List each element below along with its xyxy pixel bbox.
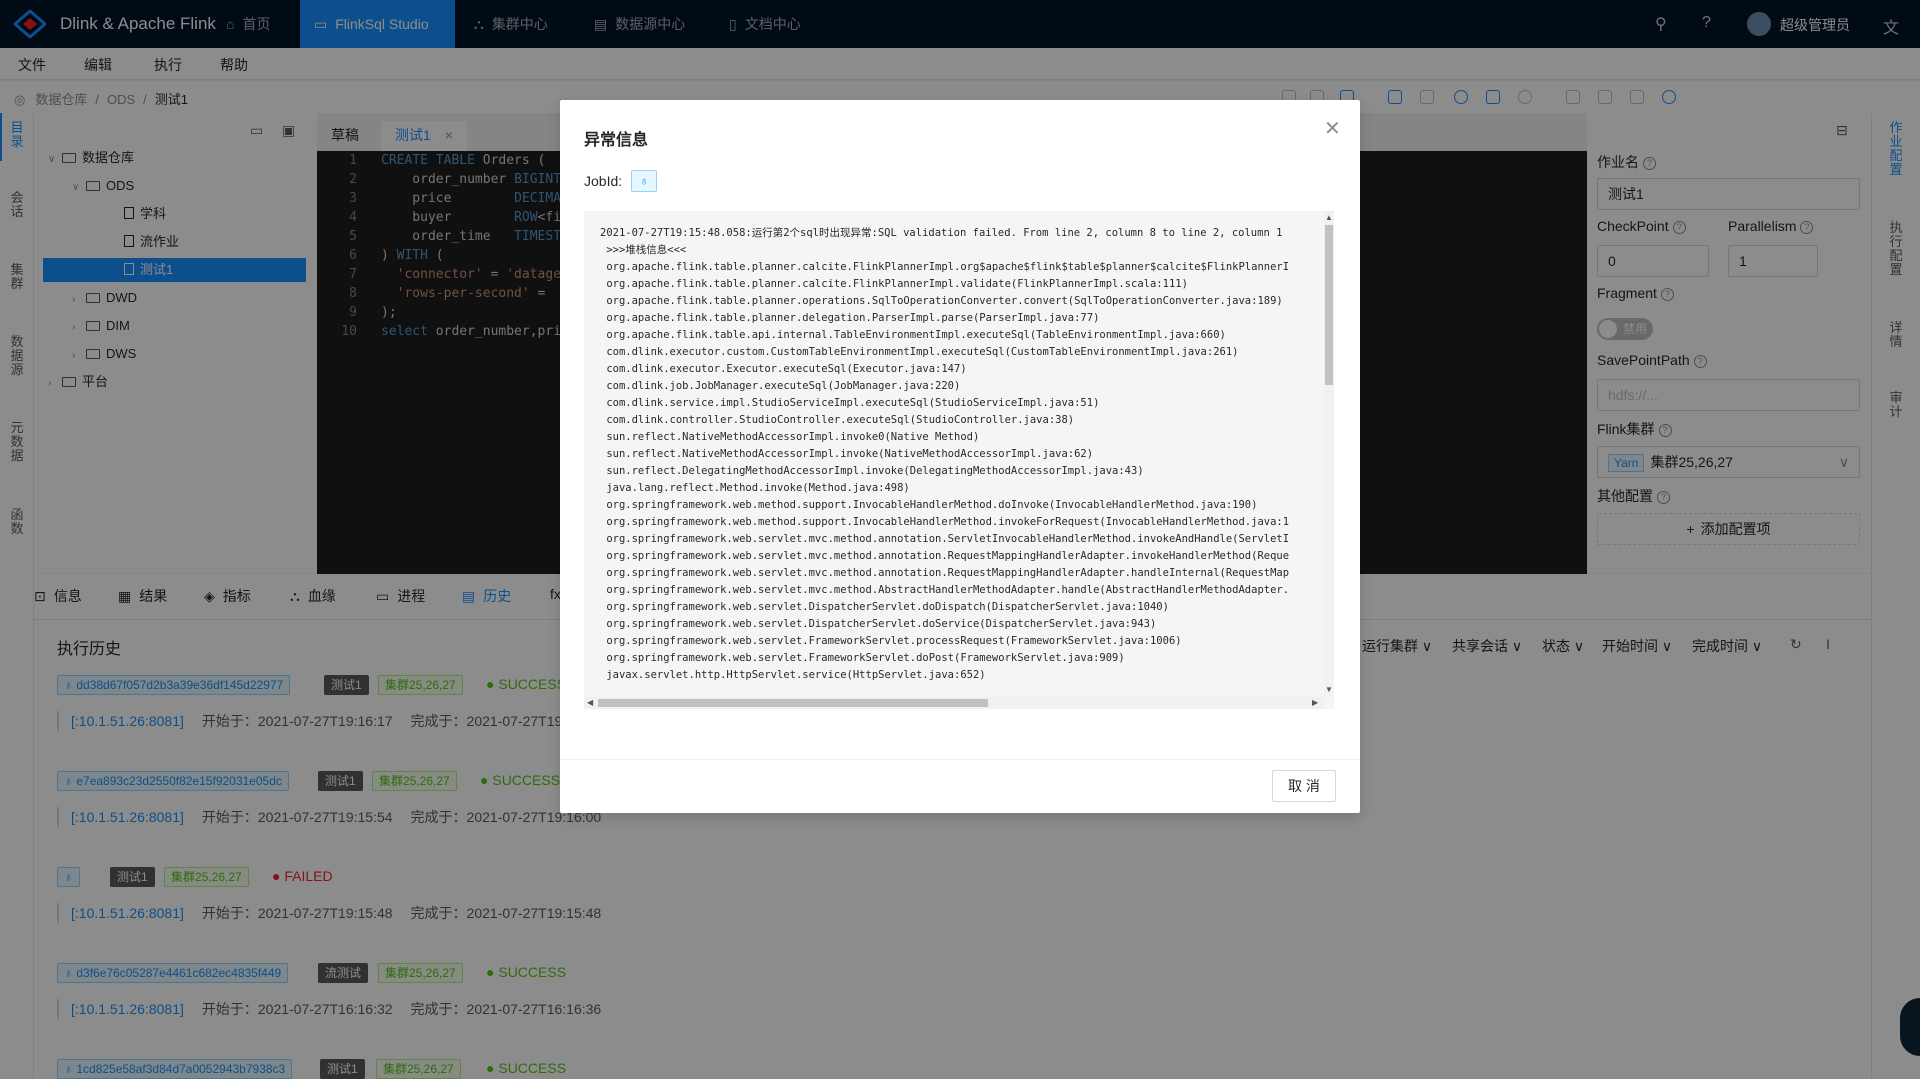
modal-footer-divider bbox=[560, 759, 1360, 760]
exception-log-text: 2021-07-27T19:15:48.058:运行第2个sql时出现异常:SQ… bbox=[600, 225, 1316, 685]
log-line: org.apache.flink.table.planner.calcite.F… bbox=[600, 261, 1290, 273]
log-line: com.dlink.executor.custom.CustomTableEnv… bbox=[600, 346, 1239, 358]
exception-log[interactable]: 2021-07-27T19:15:48.058:运行第2个sql时出现异常:SQ… bbox=[584, 211, 1334, 709]
scrollbar-thumb[interactable] bbox=[1325, 225, 1333, 385]
scroll-left-icon[interactable]: ◀ bbox=[587, 698, 593, 707]
log-line: sun.reflect.DelegatingMethodAccessorImpl… bbox=[600, 465, 1144, 477]
log-line: javax.servlet.http.HttpServlet.service(H… bbox=[600, 669, 986, 681]
log-line: >>>堆栈信息<<< bbox=[600, 244, 687, 256]
log-line: com.dlink.controller.StudioController.ex… bbox=[600, 414, 1075, 426]
scroll-right-icon[interactable]: ▶ bbox=[1312, 698, 1318, 707]
scrollbar-thumb[interactable] bbox=[598, 699, 988, 707]
log-line: com.dlink.service.impl.StudioServiceImpl… bbox=[600, 397, 1100, 409]
log-line: org.springframework.web.method.support.I… bbox=[600, 516, 1290, 528]
log-line: com.dlink.executor.Executor.executeSql(E… bbox=[600, 363, 967, 375]
log-line: java.lang.reflect.Method.invoke(Method.j… bbox=[600, 482, 910, 494]
log-line: sun.reflect.NativeMethodAccessorImpl.inv… bbox=[600, 448, 1094, 460]
log-line: org.springframework.web.servlet.Framewor… bbox=[600, 684, 1316, 685]
log-line: com.dlink.job.JobManager.executeSql(JobM… bbox=[600, 380, 961, 392]
log-line: org.apache.flink.table.planner.delegatio… bbox=[600, 312, 1100, 324]
log-line: org.springframework.web.servlet.Framewor… bbox=[600, 652, 1125, 664]
log-line: org.apache.flink.table.planner.calcite.F… bbox=[600, 278, 1188, 290]
log-line: 2021-07-27T19:15:48.058:运行第2个sql时出现异常:SQ… bbox=[600, 227, 1283, 239]
log-line: org.springframework.web.servlet.mvc.meth… bbox=[600, 550, 1290, 562]
horizontal-scrollbar[interactable]: ◀ ▶ bbox=[584, 697, 1324, 709]
scroll-up-icon[interactable]: ▲ bbox=[1325, 213, 1333, 222]
close-icon[interactable]: ✕ bbox=[1324, 116, 1341, 141]
log-line: org.springframework.web.servlet.mvc.meth… bbox=[600, 584, 1290, 596]
log-line: org.apache.flink.table.api.internal.Tabl… bbox=[600, 329, 1226, 341]
exception-dialog: 异常信息 ✕ JobId: ♁ 2021-07-27T19:15:48.058:… bbox=[560, 100, 1360, 813]
vertical-scrollbar[interactable]: ▲ ▼ bbox=[1324, 211, 1334, 697]
log-line: org.springframework.web.servlet.Dispatch… bbox=[600, 618, 1157, 630]
log-line: org.springframework.web.servlet.mvc.meth… bbox=[600, 567, 1290, 579]
fire-icon[interactable]: ♁ bbox=[631, 170, 657, 192]
scroll-down-icon[interactable]: ▼ bbox=[1325, 685, 1333, 694]
jobid-label: JobId: bbox=[584, 173, 623, 189]
log-line: org.apache.flink.table.planner.operation… bbox=[600, 295, 1283, 307]
modal-title: 异常信息 bbox=[584, 132, 649, 149]
cancel-button[interactable]: 取 消 bbox=[1272, 770, 1336, 802]
log-line: sun.reflect.NativeMethodAccessorImpl.inv… bbox=[600, 431, 980, 443]
log-line: org.springframework.web.servlet.mvc.meth… bbox=[600, 533, 1290, 545]
log-line: org.springframework.web.servlet.Dispatch… bbox=[600, 601, 1169, 613]
log-line: org.springframework.web.method.support.I… bbox=[600, 499, 1258, 511]
log-line: org.springframework.web.servlet.Framewor… bbox=[600, 635, 1182, 647]
